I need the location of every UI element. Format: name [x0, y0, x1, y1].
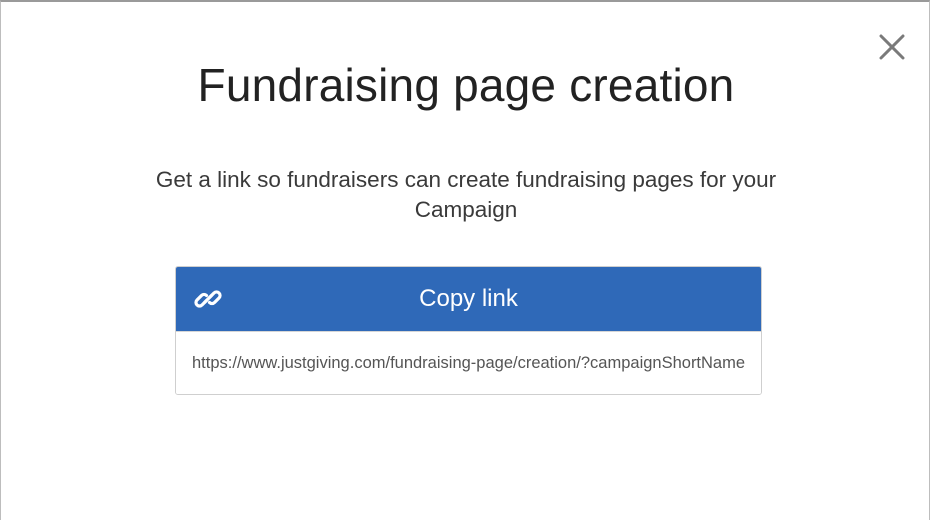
link-url-field[interactable]	[176, 331, 761, 394]
copy-link-button[interactable]: Copy link	[176, 267, 761, 331]
dialog-title: Fundraising page creation	[197, 59, 735, 111]
copy-link-label: Copy link	[419, 285, 518, 312]
copy-link-panel: Copy link	[175, 266, 762, 395]
modal-dialog: Fundraising page creation Get a link so …	[0, 0, 930, 520]
dialog-description: Get a link so fundraisers can create fun…	[155, 167, 777, 222]
